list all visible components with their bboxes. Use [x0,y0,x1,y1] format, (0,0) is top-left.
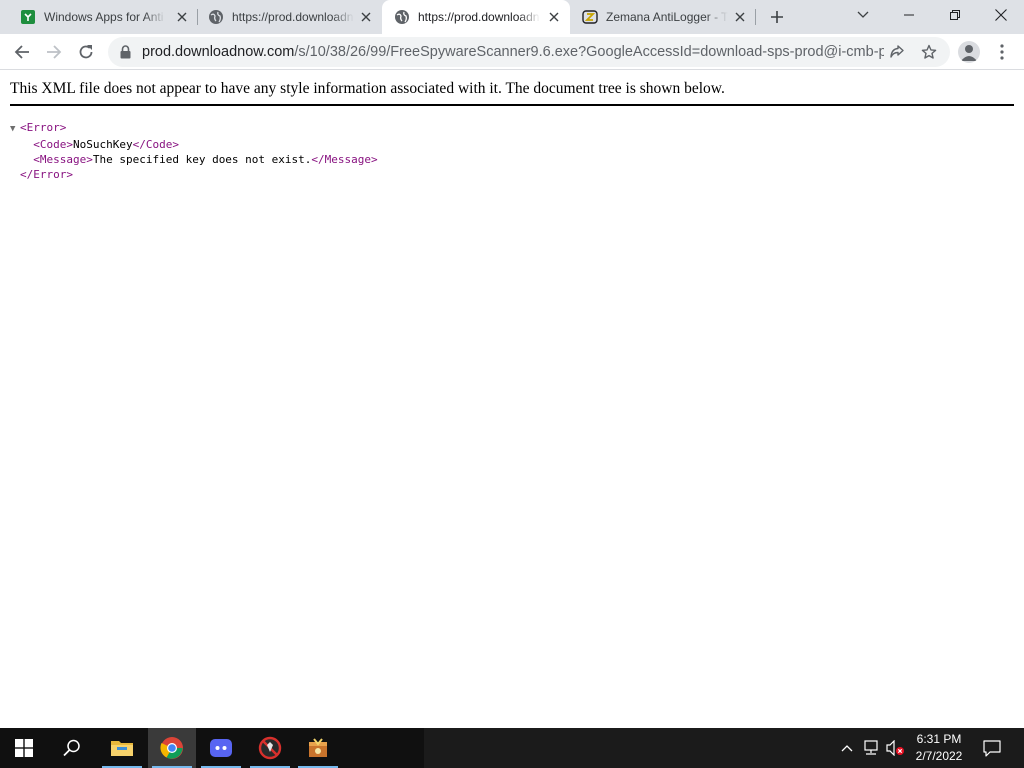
restore-icon [950,10,960,20]
lock-icon[interactable] [120,45,131,64]
profile-avatar-icon[interactable] [958,41,980,63]
no-entry-app-icon [258,736,282,760]
back-button[interactable] [8,38,36,66]
xml-tag-code-close: </Code> [132,138,179,151]
action-center-button[interactable] [978,728,1006,768]
close-tab-icon[interactable] [732,9,748,25]
xml-error-close-line: </Error> [10,167,378,182]
volume-muted-icon [886,740,904,756]
reload-button[interactable] [72,38,100,66]
plus-icon [771,11,783,23]
minimize-button[interactable] [886,0,932,30]
show-hidden-icons[interactable] [836,728,858,768]
close-window-button[interactable] [978,0,1024,30]
forward-arrow-icon [47,45,62,59]
back-arrow-icon [14,45,29,59]
close-icon [995,9,1007,21]
xml-message-line: <Message>The specified key does not exis… [10,152,378,167]
xml-tag-error-open: <Error> [20,121,67,134]
kebab-menu-icon[interactable] [994,42,1010,62]
restore-button[interactable] [932,0,978,30]
xml-code-line: <Code>NoSuchKey</Code> [10,137,378,152]
url-host: prod.downloadnow.com [142,44,295,60]
xml-error-open-line[interactable]: ▼ <Error> [10,120,378,137]
url-text: prod.downloadnow.com/s/10/38/26/99/FreeS… [142,37,884,67]
address-bar[interactable]: prod.downloadnow.com/s/10/38/26/99/FreeS… [108,37,950,67]
search-icon [63,739,80,757]
taskbar-discord[interactable] [197,728,245,768]
star-bookmark-icon[interactable] [920,43,938,61]
taskbar-chrome[interactable] [148,728,196,768]
collapse-triangle-icon[interactable]: ▼ [10,122,20,137]
close-tab-icon[interactable] [546,9,562,25]
page-content: This XML file does not appear to have an… [0,71,1024,728]
xml-document-tree: ▼ <Error> <Code>NoSuchKey</Code> <Message… [10,120,378,182]
network-tray[interactable] [860,728,882,768]
spreadsheet-icon [20,9,36,25]
globe-icon [394,9,410,25]
file-explorer-icon [111,741,133,756]
xml-code-value: NoSuchKey [73,138,133,151]
taskbar-clock[interactable]: 6:31 PM 2/7/2022 [905,731,973,765]
globe-icon [208,9,224,25]
chevron-up-icon [841,745,853,752]
package-app-icon [309,738,327,757]
clock-date: 2/7/2022 [915,749,963,763]
tab-prod-download-active[interactable]: https://prod.downloadnow.com [382,0,570,34]
tab-title: https://prod.downloadnow.com [418,10,540,24]
tab-title: Zemana AntiLogger - Th [606,10,728,24]
start-icon [15,739,33,757]
tab-strip: Windows Apps for Anti https://prod.downl… [0,0,1024,34]
reload-icon [79,45,93,59]
url-path: /s/10/38/26/99/FreeSpywareScanner9.6.exe… [294,44,884,60]
tab-windows-apps[interactable]: Windows Apps for Anti [8,0,198,34]
clock-time: 6:31 PM [916,732,962,746]
xml-tag-code-open: <Code> [33,138,73,151]
xml-info-banner: This XML file does not appear to have an… [10,80,1014,106]
xml-tag-error-close: </Error> [20,168,73,181]
taskbar-installer-app[interactable] [294,728,342,768]
tab-search-button[interactable] [840,0,886,30]
minimize-icon [904,14,914,16]
windows-taskbar: 6:31 PM 2/7/2022 [0,728,1024,768]
browser-toolbar: prod.downloadnow.com/s/10/38/26/99/FreeS… [0,34,1024,70]
notification-icon [983,740,1001,757]
network-icon [864,740,878,755]
xml-message-value: The specified key does not exist. [92,153,312,166]
discord-icon [210,739,232,757]
tab-title: Windows Apps for Anti [44,10,164,24]
close-tab-icon[interactable] [358,9,374,25]
tab-zemana-antilogger[interactable]: Zemana AntiLogger - Th [570,0,756,34]
xml-tag-message-open: <Message> [33,153,93,166]
close-tab-icon[interactable] [174,9,190,25]
start-button[interactable] [0,728,48,768]
forward-button[interactable] [40,38,68,66]
taskbar-blocked-app[interactable] [246,728,294,768]
tab-prod-download-1[interactable]: https://prod.downloadnow.com [196,0,382,34]
share-icon[interactable] [888,43,906,61]
tab-title: https://prod.downloadnow.com [232,10,354,24]
xml-tag-message-close: </Message> [311,153,378,166]
tab-separator [755,9,756,25]
new-tab-button[interactable] [765,5,789,29]
taskbar-file-explorer[interactable] [98,728,146,768]
volume-tray[interactable] [884,728,906,768]
chrome-icon [160,737,183,759]
zemana-icon [582,9,598,25]
taskbar-search-button[interactable] [48,728,96,768]
chevron-down-icon [857,11,869,18]
